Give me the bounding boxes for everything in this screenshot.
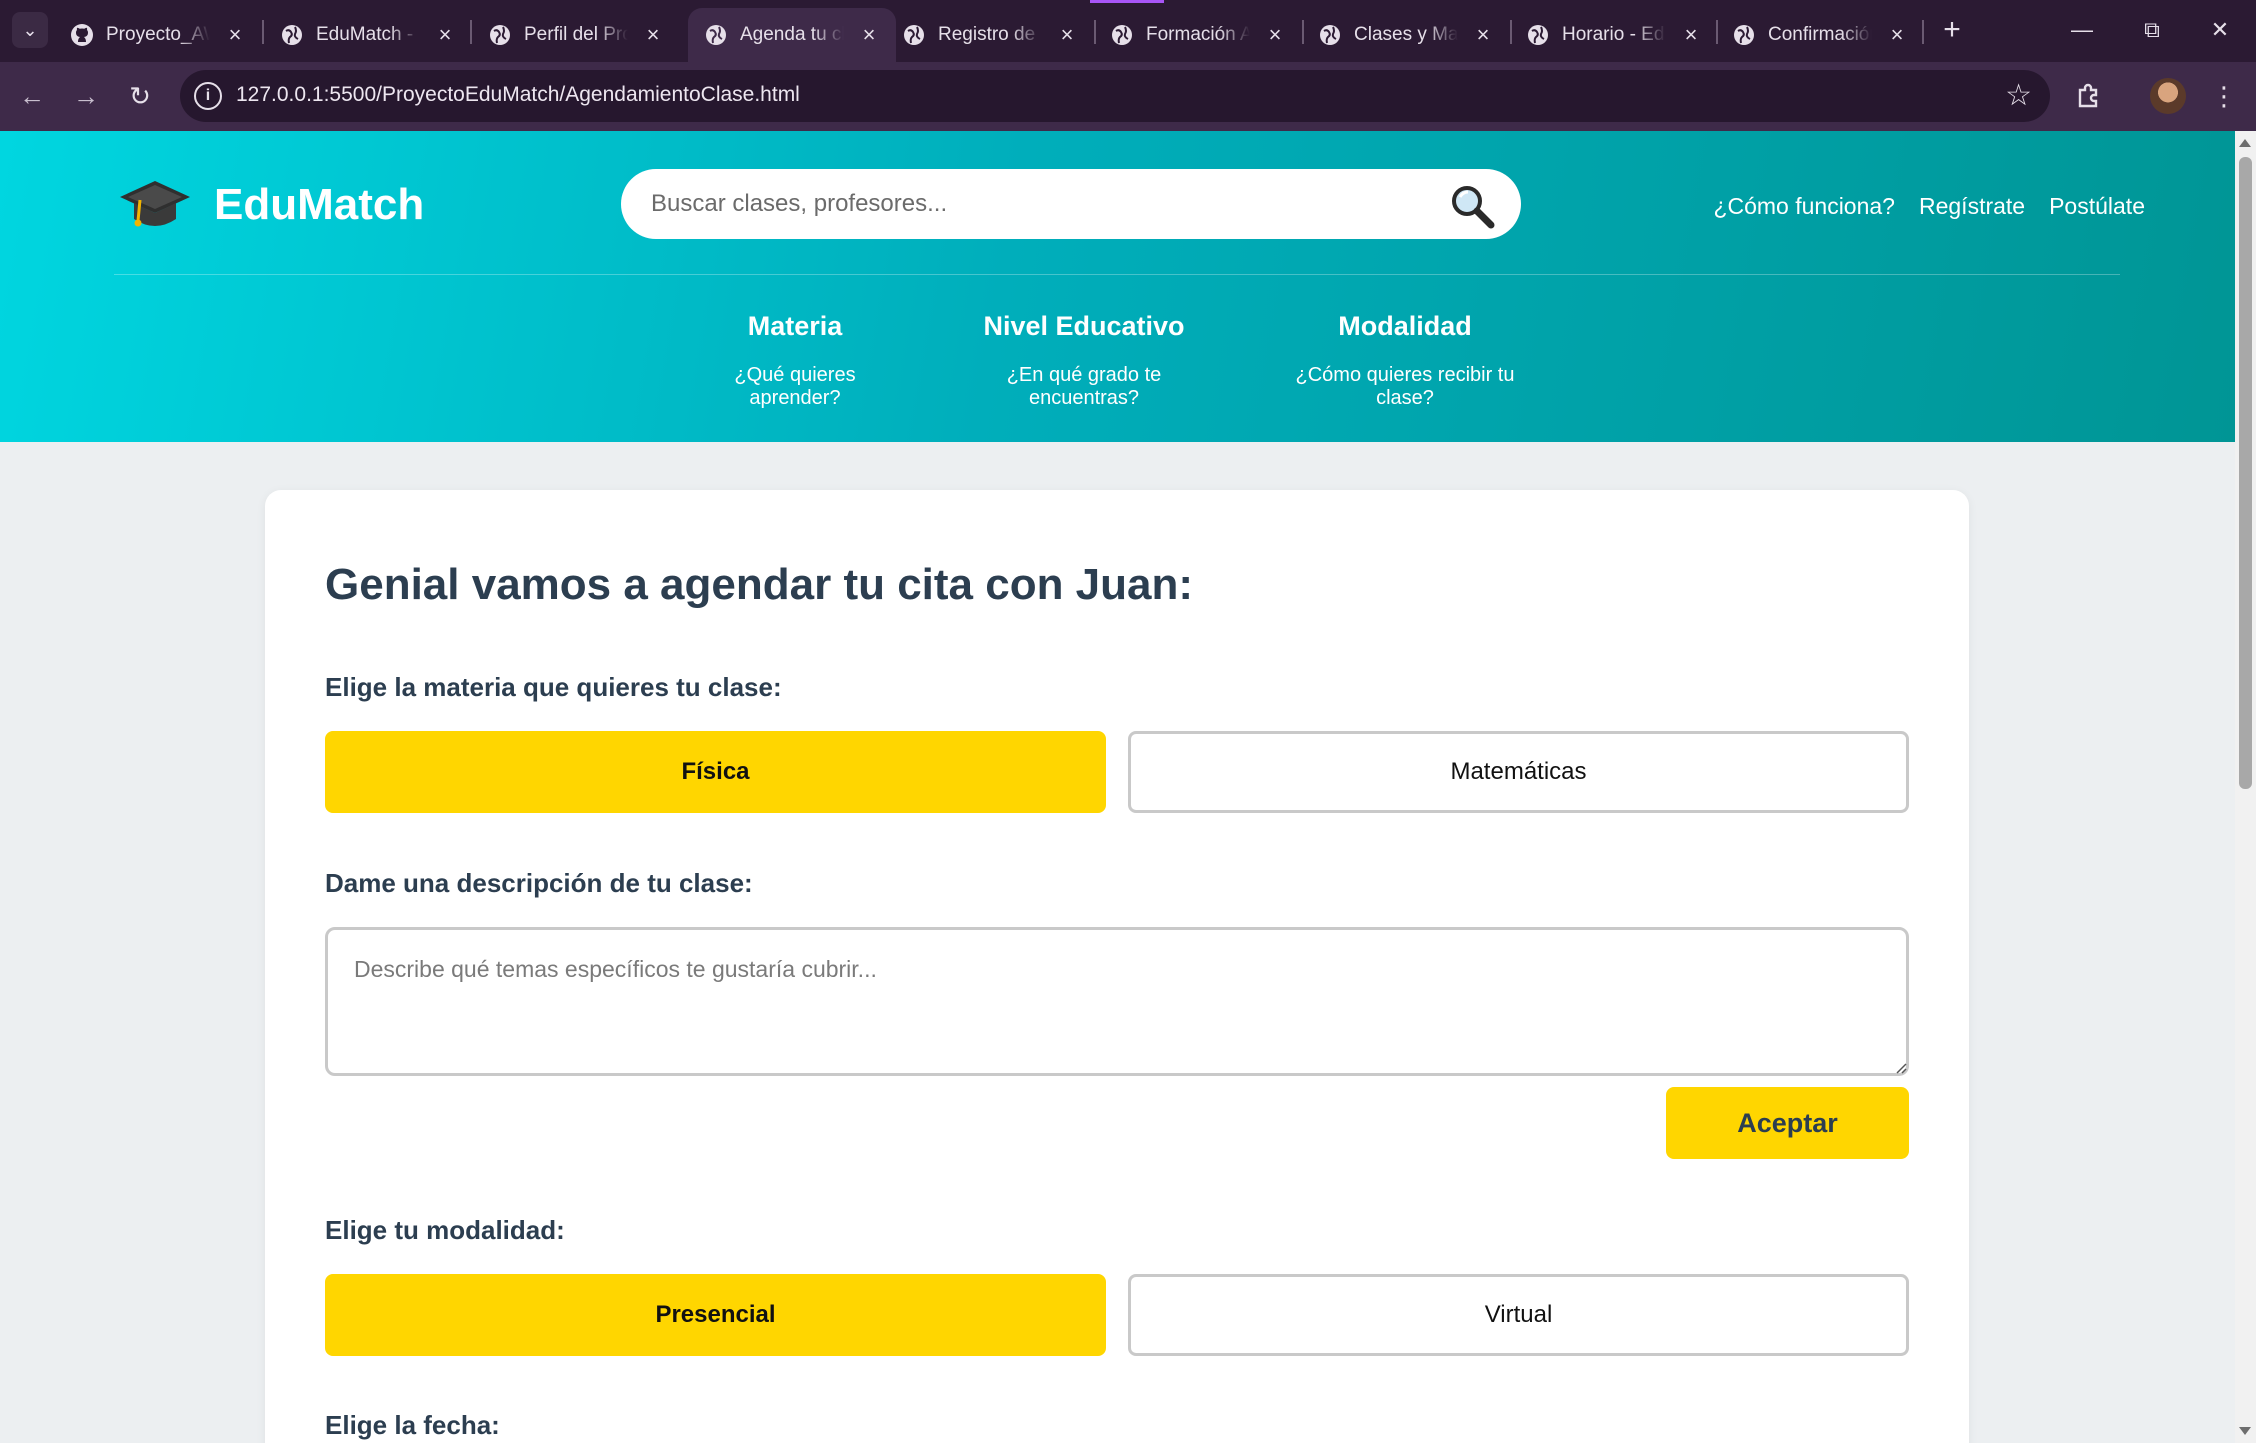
extensions-puzzle-icon[interactable] xyxy=(2066,74,2110,118)
new-tab-plus-icon[interactable]: + xyxy=(1934,12,1970,48)
description-textarea[interactable] xyxy=(325,927,1909,1076)
close-icon[interactable]: × xyxy=(858,22,880,48)
subject-option-matematicas[interactable]: Matemáticas xyxy=(1128,731,1909,813)
globe-icon xyxy=(280,23,304,47)
apply-link[interactable]: Postúlate xyxy=(2049,193,2145,220)
filter-title: Modalidad xyxy=(1338,311,1472,341)
close-icon[interactable]: × xyxy=(642,22,664,48)
filter-nivel-educativo[interactable]: Nivel Educativo ¿En qué grado te encuent… xyxy=(950,311,1218,410)
tab-agenda-active[interactable]: Agenda tu cl × xyxy=(688,8,896,62)
globe-icon xyxy=(1318,23,1342,47)
tab-separator xyxy=(1510,20,1512,44)
restore-icon[interactable]: ⧉ xyxy=(2130,8,2174,52)
site-info-icon[interactable]: i xyxy=(194,82,222,110)
tab-proyecto[interactable]: Proyecto_AW × xyxy=(70,8,246,62)
globe-icon xyxy=(1526,23,1550,47)
tab-title: Confirmación xyxy=(1768,24,1872,45)
tab-title: Agenda tu cl xyxy=(740,24,844,45)
globe-icon xyxy=(704,23,728,47)
address-url[interactable]: 127.0.0.1:5500/ProyectoEduMatch/Agendami… xyxy=(236,83,800,107)
tab-search-icon[interactable]: ⌄ xyxy=(12,12,48,48)
search-input[interactable] xyxy=(651,169,1431,239)
close-icon[interactable]: × xyxy=(224,22,246,48)
site-logo[interactable]: EduMatch xyxy=(118,175,424,235)
github-icon xyxy=(70,23,94,47)
scrollbar-thumb[interactable] xyxy=(2239,157,2252,789)
magnifier-search-icon[interactable] xyxy=(1449,183,1495,229)
brand-name: EduMatch xyxy=(214,180,425,229)
back-arrow-icon[interactable]: ← xyxy=(12,76,52,116)
tab-formacion[interactable]: Formación A × xyxy=(1110,8,1286,62)
subject-label: Elige la materia que quieres tu clase: xyxy=(325,672,782,702)
window-close-icon[interactable]: ✕ xyxy=(2198,8,2242,52)
tab-separator xyxy=(1302,20,1304,44)
tab-title: Horario - Edu xyxy=(1562,24,1666,45)
browser-menu-icon[interactable]: ⋮ xyxy=(2202,74,2246,118)
tab-title: Registro de P xyxy=(938,24,1042,45)
tab-separator xyxy=(262,20,264,44)
date-label: Elige la fecha: xyxy=(325,1410,500,1440)
close-icon[interactable]: × xyxy=(1056,22,1078,48)
tab-confirmacion[interactable]: Confirmación × xyxy=(1732,8,1908,62)
globe-icon xyxy=(1732,23,1756,47)
tab-horario[interactable]: Horario - Edu × xyxy=(1526,8,1702,62)
graduation-cap-icon xyxy=(120,181,190,227)
reload-icon[interactable]: ↻ xyxy=(120,76,160,116)
minimize-icon[interactable]: — xyxy=(2060,8,2104,52)
tab-title: Clases y Mat xyxy=(1354,24,1458,45)
filter-subtitle: ¿En qué grado te encuentras? xyxy=(1006,364,1162,409)
filter-subtitle: ¿Qué quieres aprender? xyxy=(734,364,856,409)
filter-subtitle: ¿Cómo quieres recibir tu clase? xyxy=(1295,364,1515,409)
browser-toolbar: ← → ↻ i 127.0.0.1:5500/ProyectoEduMatch/… xyxy=(0,62,2256,131)
tab-separator xyxy=(1716,20,1718,44)
scroll-down-arrow-icon[interactable] xyxy=(2239,1427,2251,1435)
browser-tab-bar: ⌄ Proyecto_AW × EduMatch - P × Perfil de… xyxy=(0,0,2256,62)
filter-title: Nivel Educativo xyxy=(983,311,1185,341)
booking-form-card: Genial vamos a agendar tu cita con Juan:… xyxy=(265,490,1969,1443)
address-bar[interactable]: i 127.0.0.1:5500/ProyectoEduMatch/Agenda… xyxy=(180,70,2050,122)
how-it-works-link[interactable]: ¿Cómo funciona? xyxy=(1713,193,1895,220)
close-icon[interactable]: × xyxy=(1886,22,1908,48)
scroll-up-arrow-icon[interactable] xyxy=(2239,139,2251,147)
profile-avatar[interactable] xyxy=(2150,78,2186,114)
tab-edumatch[interactable]: EduMatch - P × xyxy=(280,8,456,62)
modality-option-virtual[interactable]: Virtual xyxy=(1128,1274,1909,1356)
tab-registro[interactable]: Registro de P × xyxy=(902,8,1078,62)
close-icon[interactable]: × xyxy=(1264,22,1286,48)
register-link[interactable]: Regístrate xyxy=(1919,193,2025,220)
bookmark-star-icon[interactable]: ☆ xyxy=(2005,78,2032,113)
tab-separator xyxy=(1094,20,1096,44)
tab-separator xyxy=(1922,20,1924,44)
header-divider xyxy=(114,274,2120,275)
globe-icon xyxy=(1110,23,1134,47)
close-icon[interactable]: × xyxy=(1472,22,1494,48)
resize-grip-icon[interactable] xyxy=(1895,1062,1907,1074)
modality-option-presencial[interactable]: Presencial xyxy=(325,1274,1106,1356)
modality-label: Elige tu modalidad: xyxy=(325,1215,565,1245)
filter-materia[interactable]: Materia ¿Qué quieres aprender? xyxy=(688,311,902,410)
filter-modalidad[interactable]: Modalidad ¿Cómo quieres recibir tu clase… xyxy=(1264,311,1546,410)
tab-title: Formación A xyxy=(1146,24,1250,45)
tab-title: EduMatch - P xyxy=(316,24,420,45)
page-title: Genial vamos a agendar tu cita con Juan: xyxy=(325,560,1194,609)
forward-arrow-icon[interactable]: → xyxy=(66,76,106,116)
globe-icon xyxy=(902,23,926,47)
tab-separator xyxy=(470,20,472,44)
description-label: Dame una descripción de tu clase: xyxy=(325,868,753,898)
globe-icon xyxy=(488,23,512,47)
filter-title: Materia xyxy=(747,311,843,341)
close-icon[interactable]: × xyxy=(1680,22,1702,48)
tab-perfil[interactable]: Perfil del Pro × xyxy=(488,8,664,62)
tab-title: Proyecto_AW xyxy=(106,24,210,45)
search-bar xyxy=(621,169,1521,239)
page-scrollbar[interactable] xyxy=(2235,131,2256,1443)
subject-option-fisica[interactable]: Física xyxy=(325,731,1106,813)
site-header: EduMatch ¿Cómo funciona? Regístrate Post… xyxy=(0,131,2235,442)
top-nav-links: ¿Cómo funciona? Regístrate Postúlate xyxy=(1713,193,2145,220)
close-icon[interactable]: × xyxy=(434,22,456,48)
tab-title: Perfil del Pro xyxy=(524,24,628,45)
accept-button[interactable]: Aceptar xyxy=(1666,1087,1909,1159)
tab-clases[interactable]: Clases y Mat × xyxy=(1318,8,1494,62)
tab-activity-indicator xyxy=(1090,0,1164,3)
